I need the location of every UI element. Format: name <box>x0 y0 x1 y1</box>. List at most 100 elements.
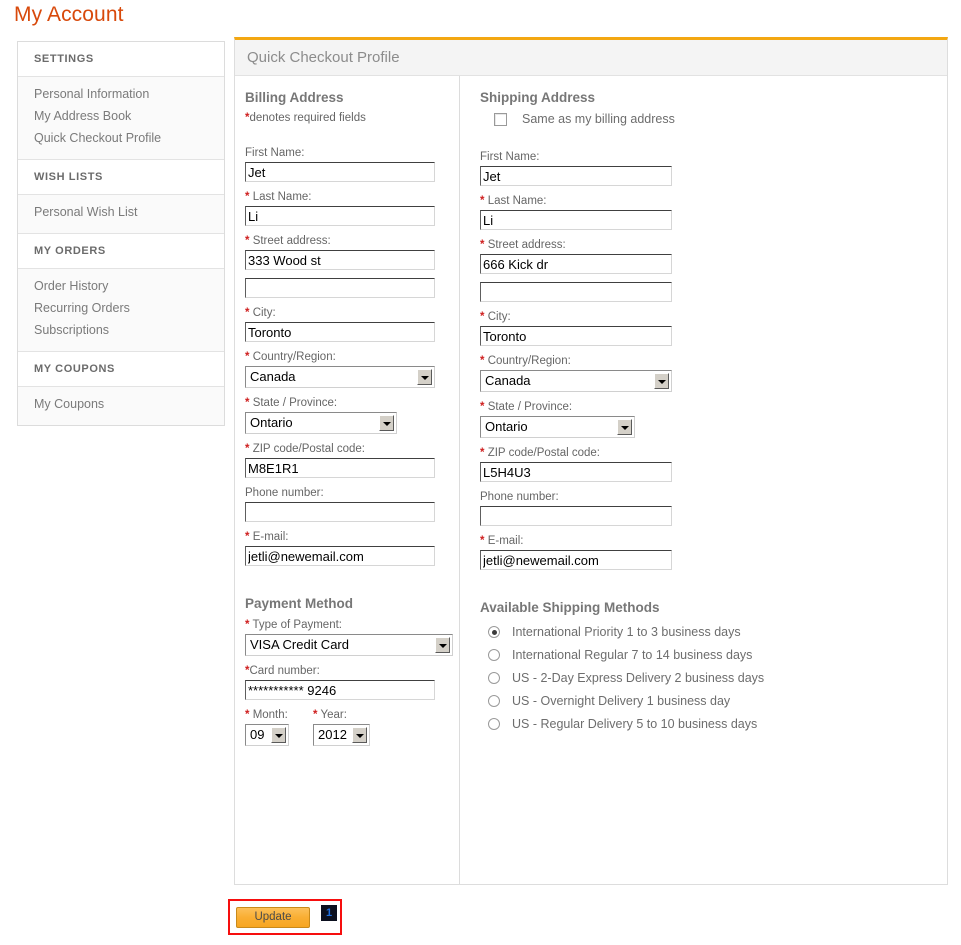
billing-state-field: * State / Province: Ontario <box>245 396 459 434</box>
card-year-select[interactable]: 2012 <box>313 724 370 746</box>
billing-last-name-input[interactable] <box>245 206 435 226</box>
sidebar-item-recurring-orders[interactable]: Recurring Orders <box>18 297 224 319</box>
card-month-select[interactable]: 09 <box>245 724 289 746</box>
billing-city-input[interactable] <box>245 322 435 342</box>
annotation-step-badge: 1 <box>321 905 337 921</box>
sidebar-item-order-history[interactable]: Order History <box>18 275 224 297</box>
required-star-icon: * <box>480 239 485 251</box>
shipping-column: Shipping Address Same as my billing addr… <box>459 76 947 884</box>
payment-type-value: VISA Credit Card <box>250 637 349 652</box>
chevron-down-icon[interactable] <box>654 373 669 389</box>
payment-type-select[interactable]: VISA Credit Card <box>245 634 453 656</box>
shipping-method-radio-us-overnight[interactable] <box>488 695 500 707</box>
shipping-email-label: * E-mail: <box>480 534 947 548</box>
shipping-method-option[interactable]: US - Regular Delivery 5 to 10 business d… <box>488 717 947 731</box>
payment-type-label: * Type of Payment: <box>245 618 459 632</box>
shipping-state-label: * State / Province: <box>480 400 947 414</box>
shipping-method-option[interactable]: US - Overnight Delivery 1 business day <box>488 694 947 708</box>
billing-zip-label: * ZIP code/Postal code: <box>245 442 459 456</box>
billing-zip-input[interactable] <box>245 458 435 478</box>
chevron-down-icon[interactable] <box>271 727 286 743</box>
panel-header: Quick Checkout Profile <box>235 40 947 76</box>
shipping-city-input[interactable] <box>480 326 672 346</box>
update-button[interactable]: Update <box>236 907 310 928</box>
chevron-down-icon[interactable] <box>617 419 632 435</box>
required-star-icon: * <box>245 619 250 631</box>
shipping-street2-field <box>480 282 947 302</box>
chevron-down-icon[interactable] <box>352 727 367 743</box>
sidebar-item-my-coupons[interactable]: My Coupons <box>18 393 224 415</box>
shipping-method-radio-international-regular[interactable] <box>488 649 500 661</box>
billing-email-label-text: E-mail: <box>252 531 289 543</box>
shipping-first-name-label: First Name: <box>480 151 540 163</box>
billing-first-name-field: First Name: <box>245 146 459 182</box>
shipping-method-radio-international-priority[interactable] <box>488 626 500 638</box>
sidebar-links-my-coupons: My Coupons <box>18 387 224 425</box>
required-star-icon: * <box>245 191 250 203</box>
billing-first-name-input[interactable] <box>245 162 435 182</box>
shipping-method-label: US - Regular Delivery 5 to 10 business d… <box>512 717 758 731</box>
billing-city-label-text: City: <box>252 307 276 319</box>
shipping-method-label: US - Overnight Delivery 1 business day <box>512 694 731 708</box>
sidebar-item-quick-checkout-profile[interactable]: Quick Checkout Profile <box>18 127 224 149</box>
shipping-method-option[interactable]: International Priority 1 to 3 business d… <box>488 625 947 639</box>
billing-state-value: Ontario <box>250 415 293 430</box>
shipping-method-radio-us-2day-express[interactable] <box>488 672 500 684</box>
shipping-method-option[interactable]: International Regular 7 to 14 business d… <box>488 648 947 662</box>
billing-phone-input[interactable] <box>245 502 435 522</box>
billing-country-select[interactable]: Canada <box>245 366 435 388</box>
chevron-down-icon[interactable] <box>435 637 450 653</box>
required-star-icon: * <box>245 307 250 319</box>
payment-type-label-text: Type of Payment: <box>252 619 342 631</box>
shipping-country-select[interactable]: Canada <box>480 370 672 392</box>
billing-zip-label-text: ZIP code/Postal code: <box>252 443 365 455</box>
payment-type-field: * Type of Payment: VISA Credit Card <box>245 618 459 656</box>
shipping-first-name-input[interactable] <box>480 166 672 186</box>
card-year-label-text: Year: <box>320 709 347 721</box>
shipping-zip-label: * ZIP code/Postal code: <box>480 446 947 460</box>
same-as-billing-checkbox[interactable] <box>494 112 507 126</box>
required-star-icon: * <box>480 311 485 323</box>
card-number-input[interactable] <box>245 680 435 700</box>
shipping-street-input[interactable] <box>480 254 672 274</box>
card-year-label: * Year: <box>313 708 370 722</box>
shipping-street2-input[interactable] <box>480 282 672 302</box>
same-as-billing-row[interactable]: Same as my billing address <box>494 112 947 126</box>
billing-email-input[interactable] <box>245 546 435 566</box>
shipping-zip-input[interactable] <box>480 462 672 482</box>
shipping-method-radio-us-regular[interactable] <box>488 718 500 730</box>
billing-first-name-label: First Name: <box>245 147 305 159</box>
billing-state-select[interactable]: Ontario <box>245 412 397 434</box>
billing-last-name-label: * Last Name: <box>245 190 459 204</box>
sidebar-links-my-orders: Order History Recurring Orders Subscript… <box>18 269 224 351</box>
sidebar-item-my-address-book[interactable]: My Address Book <box>18 105 224 127</box>
shipping-phone-input[interactable] <box>480 506 672 526</box>
required-star-icon: * <box>245 443 250 455</box>
shipping-method-option[interactable]: US - 2-Day Express Delivery 2 business d… <box>488 671 947 685</box>
sidebar-item-personal-information[interactable]: Personal Information <box>18 83 224 105</box>
shipping-street-label-text: Street address: <box>487 239 566 251</box>
chevron-down-icon[interactable] <box>379 415 394 431</box>
shipping-zip-label-text: ZIP code/Postal code: <box>487 447 600 459</box>
sidebar-item-personal-wish-list[interactable]: Personal Wish List <box>18 201 224 223</box>
billing-country-value: Canada <box>250 369 296 384</box>
billing-last-name-label-text: Last Name: <box>252 191 312 203</box>
billing-street-input[interactable] <box>245 250 435 270</box>
shipping-state-select[interactable]: Ontario <box>480 416 635 438</box>
shipping-address-title: Shipping Address <box>480 90 596 105</box>
available-shipping-methods-title: Available Shipping Methods <box>480 600 660 615</box>
shipping-email-input[interactable] <box>480 550 672 570</box>
sidebar-item-subscriptions[interactable]: Subscriptions <box>18 319 224 341</box>
shipping-street-field: * Street address: <box>480 238 947 274</box>
chevron-down-icon[interactable] <box>417 369 432 385</box>
required-star-icon: * <box>245 235 250 247</box>
billing-last-name-field: * Last Name: <box>245 190 459 226</box>
shipping-last-name-input[interactable] <box>480 210 672 230</box>
sidebar-group-heading-my-orders: MY ORDERS <box>18 233 224 269</box>
required-star-icon: * <box>480 535 485 547</box>
sidebar-group-heading-wish-lists: WISH LISTS <box>18 159 224 195</box>
shipping-method-label: International Regular 7 to 14 business d… <box>512 648 753 662</box>
billing-street2-input[interactable] <box>245 278 435 298</box>
billing-state-label: * State / Province: <box>245 396 459 410</box>
